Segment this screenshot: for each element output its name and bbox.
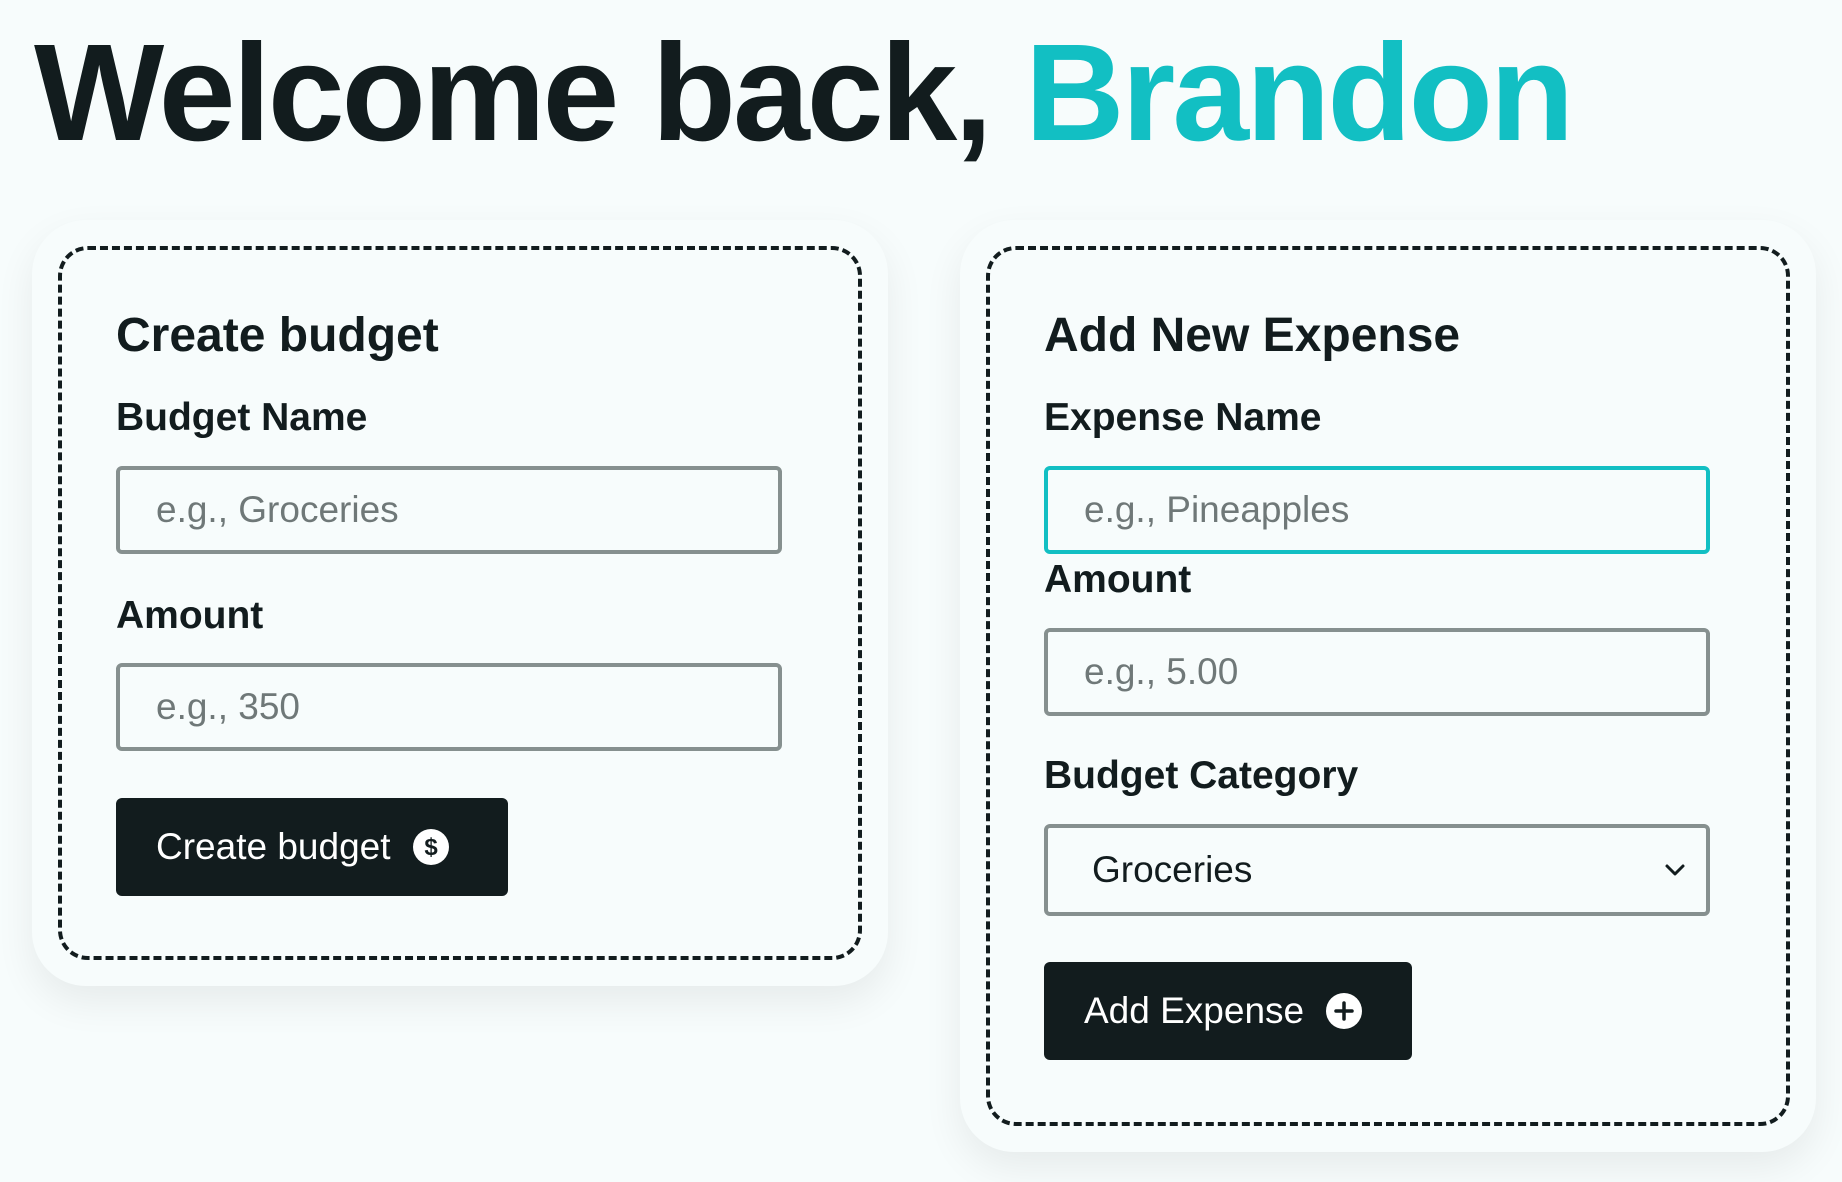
plus-circle-icon <box>1326 993 1363 1029</box>
add-expense-form: Add New Expense Expense Name Amount Budg… <box>986 246 1790 1126</box>
budget-category-label: Budget Category <box>1044 754 1359 797</box>
create-budget-form: Create budget Budget Name Amount Create … <box>58 246 862 960</box>
create-budget-button-label: Create budget <box>156 826 391 867</box>
greeting-text: Welcome back, <box>34 16 1025 170</box>
expense-amount-input[interactable] <box>1044 628 1710 716</box>
add-expense-button[interactable]: Add Expense <box>1044 962 1412 1060</box>
budget-name-label: Budget Name <box>116 396 368 439</box>
add-expense-card: Add New Expense Expense Name Amount Budg… <box>960 220 1816 1152</box>
budget-category-value: Groceries <box>1092 849 1253 890</box>
add-expense-button-label: Add Expense <box>1084 990 1305 1031</box>
budget-amount-input[interactable] <box>116 663 782 751</box>
create-budget-button[interactable]: Create budget $ <box>116 798 508 896</box>
budget-amount-label: Amount <box>116 594 264 637</box>
dollar-circle-icon: $ <box>412 829 449 865</box>
expense-name-label: Expense Name <box>1044 396 1322 439</box>
add-expense-title: Add New Expense <box>1044 309 1461 362</box>
budget-name-input[interactable] <box>116 466 782 554</box>
expense-name-input[interactable] <box>1044 466 1710 554</box>
svg-text:$: $ <box>424 834 438 861</box>
create-budget-card: Create budget Budget Name Amount Create … <box>32 220 888 986</box>
page-title: Welcome back, Brandon <box>34 16 1574 170</box>
create-budget-title: Create budget <box>116 309 439 362</box>
user-name: Brandon <box>1024 16 1574 170</box>
expense-amount-label: Amount <box>1044 558 1192 601</box>
chevron-down-icon <box>1664 863 1686 877</box>
budget-category-select[interactable]: Groceries <box>1044 824 1710 916</box>
